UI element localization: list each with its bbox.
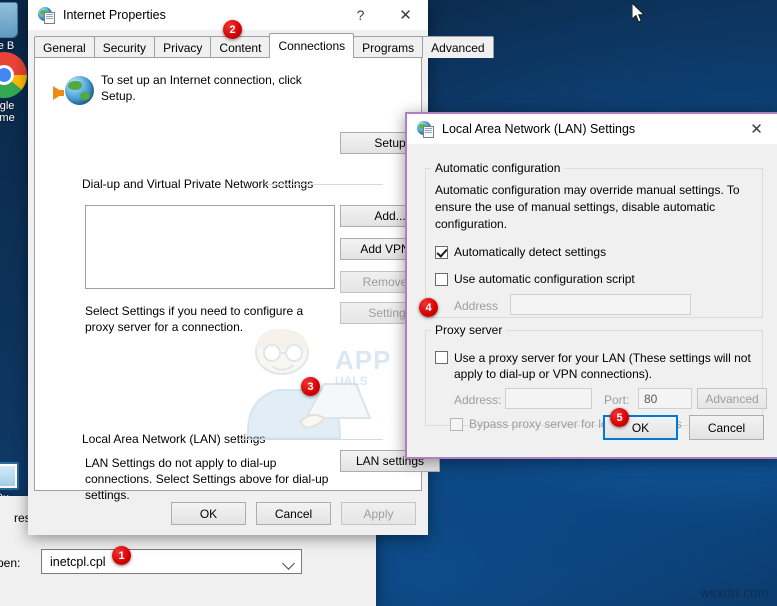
chrome-icon bbox=[0, 52, 27, 98]
step-badge-4: 4 bbox=[419, 298, 438, 317]
lan-titlebar-buttons: ✕ bbox=[734, 114, 777, 144]
auto-detect-settings-checkbox-row[interactable]: Automatically detect settings bbox=[435, 245, 606, 259]
step-badge-5: 5 bbox=[610, 408, 629, 427]
close-button[interactable]: ✕ bbox=[383, 0, 428, 30]
dialup-connections-listbox[interactable] bbox=[85, 205, 335, 289]
internet-properties-footer: OK Cancel Apply bbox=[171, 502, 416, 525]
checkbox-icon[interactable] bbox=[435, 246, 448, 259]
use-proxy-server-checkbox-row[interactable]: Use a proxy server for your LAN (These s… bbox=[435, 350, 753, 382]
internet-properties-window: Internet Properties ? ✕ General Security… bbox=[28, 0, 494, 535]
lan-settings-title: Local Area Network (LAN) Settings bbox=[442, 122, 636, 136]
lan-group-line bbox=[239, 439, 383, 440]
desktop-icon-recycle-bin[interactable]: cle B bbox=[0, 2, 30, 52]
proxy-address-input bbox=[505, 388, 592, 409]
internet-connection-icon bbox=[53, 76, 94, 106]
use-auto-config-script-checkbox-row[interactable]: Use automatic configuration script bbox=[435, 272, 635, 286]
run-open-value: inetcpl.cpl bbox=[50, 554, 106, 569]
checkbox-icon bbox=[450, 418, 463, 431]
select-settings-help-text: Select Settings if you need to configure… bbox=[85, 304, 304, 334]
use-auto-config-script-label: Use automatic configuration script bbox=[454, 272, 635, 286]
auto-detect-settings-label: Automatically detect settings bbox=[454, 245, 607, 259]
tab-security[interactable]: Security bbox=[93, 36, 156, 58]
mouse-cursor-icon bbox=[632, 3, 646, 23]
lan-settings-icon bbox=[417, 120, 434, 138]
dialup-group-line bbox=[265, 184, 383, 185]
run-open-input[interactable]: inetcpl.cpl bbox=[41, 549, 302, 574]
internet-properties-icon bbox=[38, 6, 55, 24]
lan-help-text: LAN Settings do not apply to dial-up con… bbox=[85, 456, 329, 502]
watermark-text-primary: APP bbox=[335, 350, 392, 375]
run-open-label: pen: bbox=[0, 556, 21, 570]
tab-advanced[interactable]: Advanced bbox=[422, 36, 494, 58]
desktop-icon-label: cle B bbox=[0, 40, 15, 52]
checkbox-icon[interactable] bbox=[435, 273, 448, 286]
use-proxy-server-label: Use a proxy server for your LAN (These s… bbox=[454, 351, 751, 381]
proxy-server-legend: Proxy server bbox=[431, 323, 507, 337]
checkbox-icon[interactable] bbox=[435, 351, 448, 364]
tab-content[interactable]: Content bbox=[210, 36, 271, 58]
window-title: Internet Properties bbox=[63, 8, 166, 22]
script-address-input bbox=[510, 294, 691, 315]
tab-privacy[interactable]: Privacy bbox=[154, 36, 212, 58]
step-badge-2: 2 bbox=[223, 20, 242, 39]
desktop-icon-label: ogle ome bbox=[0, 100, 15, 124]
proxy-port-label: Port: bbox=[604, 393, 630, 407]
help-button[interactable]: ? bbox=[338, 0, 383, 30]
ok-button[interactable]: OK bbox=[171, 502, 246, 525]
lan-settings-titlebar: Local Area Network (LAN) Settings ✕ bbox=[407, 114, 777, 144]
step-badge-3: 3 bbox=[301, 377, 320, 396]
desktop-watermark-text: wsxdn.com bbox=[700, 585, 769, 600]
script-address-label: Address bbox=[454, 299, 499, 313]
setup-row: To set up an Internet connection, click … bbox=[47, 72, 409, 118]
desktop-screen: cle B ogle ome Ru resource, and Windows … bbox=[0, 0, 777, 606]
lan-settings-body: Automatic configuration Automatic config… bbox=[407, 144, 777, 457]
step-badge-1: 1 bbox=[112, 546, 131, 565]
lan-cancel-button[interactable]: Cancel bbox=[689, 415, 764, 440]
titlebar-buttons: ? ✕ bbox=[338, 0, 428, 30]
run-icon bbox=[0, 462, 19, 490]
apply-button: Apply bbox=[341, 502, 416, 525]
internet-properties-body: General Security Privacy Content Connect… bbox=[28, 30, 494, 535]
automatic-configuration-description: Automatic configuration may override man… bbox=[435, 183, 740, 231]
close-icon[interactable]: ✕ bbox=[734, 114, 777, 144]
connections-tab-page: To set up an Internet connection, click … bbox=[34, 57, 440, 502]
lan-settings-dialog: Local Area Network (LAN) Settings ✕ Auto… bbox=[405, 112, 777, 459]
tab-general[interactable]: General bbox=[34, 36, 95, 58]
cancel-button[interactable]: Cancel bbox=[256, 502, 331, 525]
proxy-address-label: Address: bbox=[454, 393, 502, 407]
tab-connections[interactable]: Connections bbox=[269, 33, 355, 58]
chevron-down-icon[interactable] bbox=[282, 557, 295, 570]
setup-description: To set up an Internet connection, click … bbox=[101, 73, 302, 103]
proxy-port-input: 80 bbox=[638, 388, 692, 409]
tab-programs[interactable]: Programs bbox=[353, 36, 424, 58]
recycle-bin-icon bbox=[0, 2, 18, 38]
advanced-button: Advanced bbox=[697, 388, 767, 409]
automatic-configuration-legend: Automatic configuration bbox=[431, 161, 565, 175]
